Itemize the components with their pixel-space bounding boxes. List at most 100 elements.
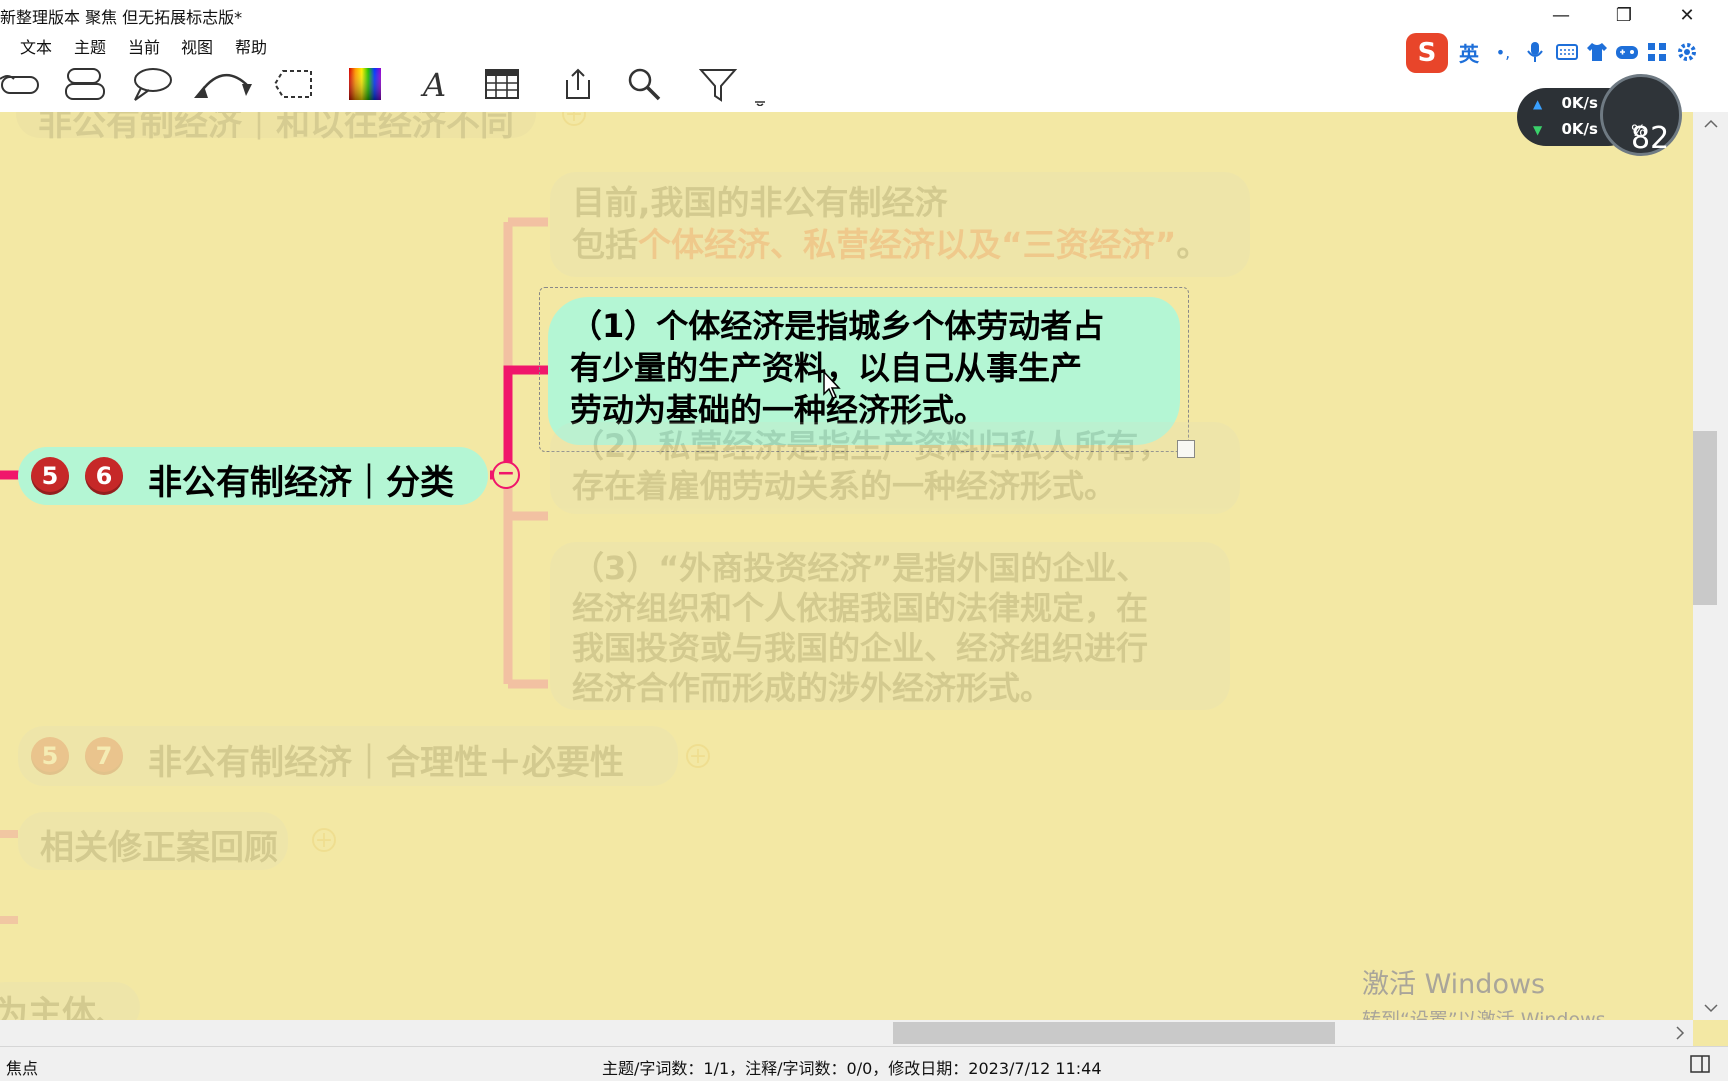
close-icon: ✕ (1679, 5, 1695, 26)
panel-toggle-icon[interactable] (1690, 1055, 1710, 1073)
font-icon: A (420, 66, 446, 102)
ime-punctuation-label: •, (1495, 42, 1511, 62)
search-icon (628, 68, 661, 101)
table-button[interactable] (482, 62, 522, 106)
keyboard-icon (1556, 44, 1578, 60)
priority-badge-5: 5 (31, 457, 69, 495)
child-topic-4-line2: 经济组织和个人依据我国的法律规定，在 (572, 589, 1149, 627)
watermark-line1: 激活 Windows (1362, 969, 1546, 1000)
menu-text[interactable]: 文本 (20, 34, 52, 58)
child-topic-3-line2: 存在着雇佣劳动关系的一种经济形式。 (572, 467, 1117, 505)
priority-badge-5b: 5 (31, 737, 69, 775)
minimize-button[interactable]: — (1530, 0, 1592, 31)
sibling-topic-review[interactable]: 相关修正案回顾 + (18, 812, 348, 876)
ime-skin-button[interactable] (1584, 39, 1610, 65)
grid-apps-icon (1648, 43, 1666, 61)
ime-voice-button[interactable] (1522, 39, 1548, 65)
menu-help[interactable]: 帮助 (235, 34, 267, 58)
minimize-icon: — (1552, 5, 1570, 26)
export-button[interactable] (560, 62, 596, 106)
partial-topic-bottom[interactable]: 为主体、 (0, 982, 150, 1020)
color-button[interactable] (346, 62, 384, 106)
scroll-right-icon (1676, 1026, 1685, 1040)
partial-topic-bottom-label: 为主体、 (0, 994, 130, 1020)
color-palette-icon (349, 68, 381, 100)
child-topic-3-line1: （2）私营经济是指生产资料归私人所有， (572, 427, 1171, 465)
svg-text:A: A (420, 66, 446, 102)
menu-topic[interactable]: 主题 (74, 34, 106, 58)
share-icon (566, 68, 590, 99)
topic-shape-button[interactable] (0, 62, 44, 106)
child-topic-3[interactable]: （2）私营经济是指生产资料归私人所有， 存在着雇佣劳动关系的一种经济形式。 (550, 422, 1250, 518)
expand-plus-icon[interactable]: + (686, 744, 710, 768)
horizontal-scrollbar[interactable] (0, 1020, 1693, 1046)
watermark-line2: 转到“设置”以激活 Windows。 (1362, 1009, 1625, 1020)
child-topic-2-line1: （1）个体经济是指城乡个体劳动者占 (570, 307, 1105, 345)
filter-button[interactable] (698, 62, 738, 106)
scroll-down-icon (1704, 1004, 1718, 1013)
download-speed: 0K/s (1561, 120, 1598, 138)
upload-speed: 0K/s (1561, 94, 1598, 112)
subtopic-shape-icon (65, 68, 105, 100)
restore-icon: ❐ (1615, 5, 1633, 26)
status-info: 主题/字词数：1/1，注释/字词数：0/0，修改日期：2023/7/12 11:… (602, 1059, 1102, 1078)
close-button[interactable]: ✕ (1656, 0, 1718, 31)
scroll-up-icon (1704, 119, 1718, 128)
priority-badge-7: 7 (85, 737, 123, 775)
menu-view[interactable]: 视图 (181, 34, 213, 58)
subtopic-shape-button[interactable] (60, 62, 110, 106)
microphone-icon (1527, 42, 1543, 62)
ime-toolbar: S 英 •, (1404, 31, 1728, 73)
child-topic-1-highlight: 个体经济、私营经济以及“三资经济” (638, 225, 1177, 264)
ime-keyboard-button[interactable] (1554, 39, 1580, 65)
priority-badge-6: 6 (85, 457, 123, 495)
status-mode: 焦点 (6, 1059, 39, 1078)
sibling-topic-5-7[interactable]: 5 7 非公有制经济｜合理性＋必要性 + (18, 726, 718, 790)
main-topic-label: 非公有制经济｜分类 (148, 463, 454, 503)
child-topic-4-line1: （3）“外商投资经济”是指外国的企业、 (572, 549, 1149, 587)
collapse-minus-icon: − (496, 461, 516, 486)
mindmap-canvas[interactable]: 非公有制经济｜和以往经济不同 + 目前,我国的非公有制经济 包括个体经济、私营经… (0, 112, 1693, 1020)
child-topic-4[interactable]: （3）“外商投资经济”是指外国的企业、 经济组织和个人依据我国的法律规定，在 我… (550, 542, 1240, 714)
gamepad-icon (1616, 46, 1638, 59)
ime-language-toggle[interactable]: 英 (1456, 39, 1482, 66)
main-topic[interactable]: 5 6 非公有制经济｜分类 (18, 447, 488, 505)
ime-punctuation-toggle[interactable]: •, (1490, 39, 1516, 65)
menu-current[interactable]: 当前 (128, 34, 160, 58)
tshirt-icon (1587, 43, 1607, 61)
boundary-button[interactable] (272, 62, 316, 106)
collapse-toggle[interactable]: − (492, 461, 520, 489)
memory-percent-unit: % (1631, 121, 1647, 140)
expand-plus-icon[interactable]: + (312, 828, 336, 852)
horizontal-scroll-thumb[interactable] (893, 1022, 1335, 1044)
ime-toolbox-button[interactable] (1644, 39, 1670, 65)
ime-settings-button[interactable] (1674, 39, 1700, 65)
sogou-logo-icon[interactable]: S (1406, 33, 1448, 73)
upload-arrow-icon: ▲ (1533, 97, 1543, 111)
search-button[interactable] (624, 62, 664, 106)
font-button[interactable]: A (416, 62, 452, 106)
mouse-cursor-icon (823, 370, 841, 399)
relationship-button[interactable] (192, 62, 254, 106)
activation-watermark: 激活 Windows 转到“设置”以激活 Windows。 (1362, 962, 1625, 1020)
child-topic-1[interactable]: 目前,我国的非公有制经济 包括个体经济、私营经济以及“三资经济”。 (550, 172, 1260, 282)
memory-gauge[interactable]: 82% (1600, 74, 1682, 156)
child-topic-4-line3: 我国投资或与我国的企业、经济组织进行 (572, 629, 1149, 667)
callout-icon (134, 68, 172, 101)
gear-icon (1678, 43, 1696, 61)
ime-game-button[interactable] (1614, 39, 1640, 65)
ime-language-label: 英 (1459, 41, 1479, 66)
restore-button[interactable]: ❐ (1593, 0, 1655, 31)
child-topic-1-line2: 包括个体经济、私营经济以及“三资经济”。 (572, 225, 1210, 264)
child-topic-4-line4: 经济合作而形成的涉外经济形式。 (572, 669, 1053, 707)
status-bar: 焦点 主题/字词数：1/1，注释/字词数：0/0，修改日期：2023/7/12 … (0, 1046, 1728, 1081)
title-bar: 新整理版本 聚焦 但无拓展标志版* — ❐ ✕ (0, 0, 1728, 31)
overflow-chevron-icon (755, 101, 765, 106)
child-topic-1-line1: 目前,我国的非公有制经济 (572, 183, 948, 222)
vertical-scroll-thumb[interactable] (1693, 431, 1717, 605)
sibling-topic-5-7-label: 非公有制经济｜合理性＋必要性 (148, 743, 624, 783)
callout-button[interactable] (130, 62, 174, 106)
filter-icon (699, 69, 737, 102)
topic-shape-icon (0, 75, 39, 94)
table-icon (485, 69, 519, 99)
